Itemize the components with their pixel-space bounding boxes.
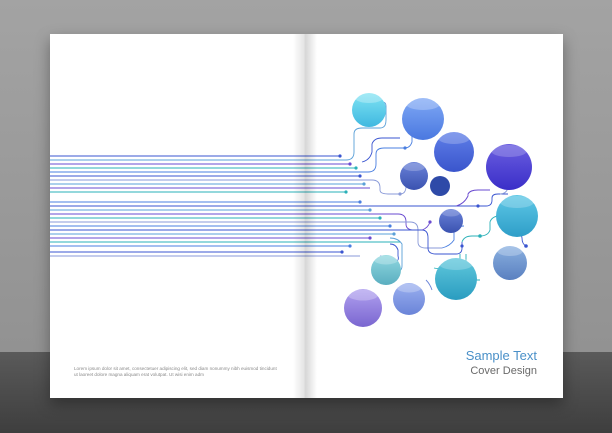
cover-subtitle: Cover Design — [470, 365, 537, 377]
body-copy: Lorem ipsum dolor sit amet, consectetuer… — [74, 366, 277, 377]
center-fold — [293, 34, 317, 398]
disc-a — [352, 93, 386, 127]
disc-h — [439, 209, 463, 233]
disc-d — [486, 144, 532, 190]
disc-c — [434, 132, 474, 172]
disc-f — [430, 176, 450, 196]
disc-j — [435, 258, 477, 300]
disc-g — [496, 195, 538, 237]
disc-l — [393, 283, 425, 315]
disc-i — [493, 246, 527, 280]
disc-b — [402, 98, 444, 140]
disc-e — [400, 162, 428, 190]
disc-m — [344, 289, 382, 327]
disc-k — [371, 255, 401, 285]
brochure-spread: Lorem ipsum dolor sit amet, consectetuer… — [50, 34, 563, 398]
cover-title: Sample Text — [465, 348, 537, 363]
